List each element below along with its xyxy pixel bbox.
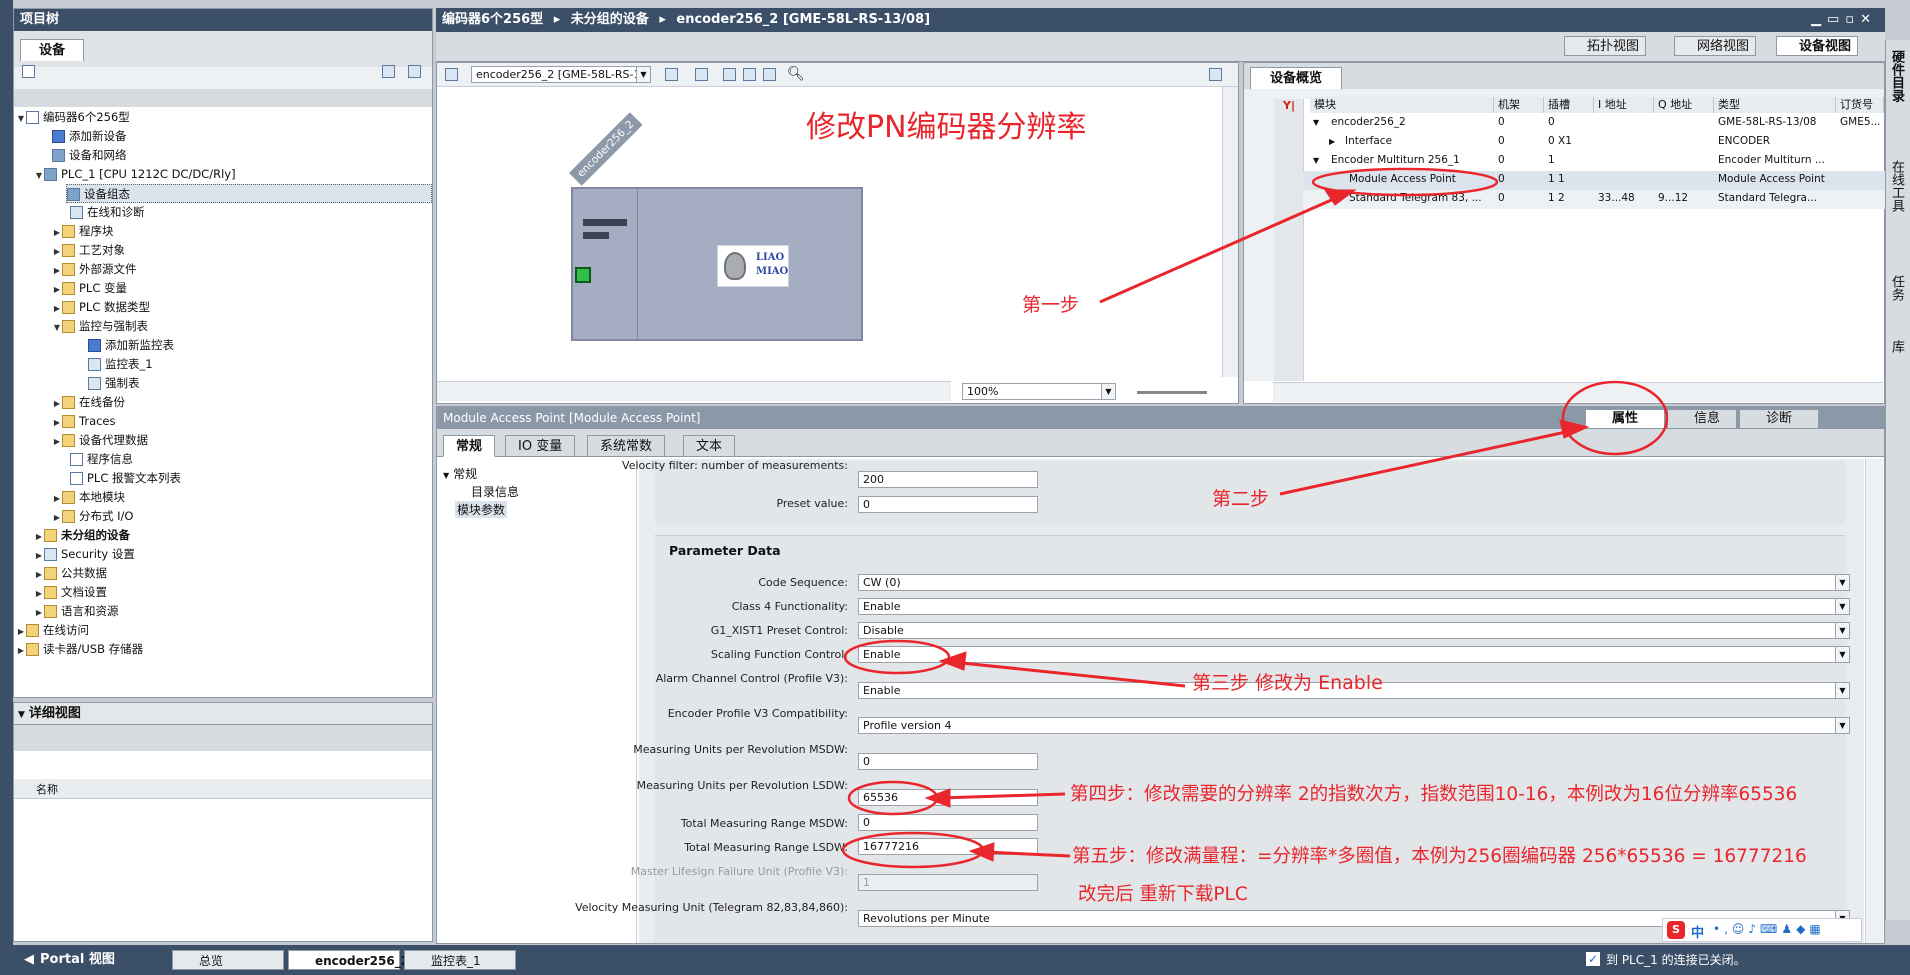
portal-view-button[interactable]: ◀ Portal 视图 <box>24 949 115 971</box>
status-message: 到 PLC_1 的连接已关闭。 <box>1606 953 1746 967</box>
arrow-step1 <box>1099 192 1346 304</box>
taskbar-encoder[interactable]: encoder256_2 <box>288 950 409 970</box>
taskbar-overview[interactable]: 总览 <box>172 950 284 970</box>
arrow-step2 <box>1279 428 1576 496</box>
arrow-step5 <box>984 850 1071 858</box>
back-arrow-icon: ◀ <box>24 952 34 967</box>
taskbar-watch-table[interactable]: 监控表_1 <box>404 950 516 970</box>
status-check-icon: ✓ <box>1586 952 1600 966</box>
arrow-step4 <box>939 792 1066 800</box>
arrowhead-step3 <box>938 651 967 671</box>
annotation-marks <box>841 167 1669 869</box>
ime-logo-icon: S <box>1667 921 1685 939</box>
ime-tools-icons[interactable]: •,☺♪⌨♟◆▦ <box>1713 922 1825 936</box>
highlight-mur-lsdw <box>847 780 939 816</box>
left-strip <box>0 0 13 945</box>
ime-lang[interactable]: 中 <box>1691 922 1704 941</box>
ime-toolbar[interactable]: S 中 •,☺♪⌨♟◆▦ <box>1662 918 1862 942</box>
arrowhead-step2 <box>1559 419 1590 439</box>
highlight-tmr-lsdw <box>841 831 985 869</box>
highlight-scaling <box>843 639 951 675</box>
arrowhead-step4 <box>924 788 951 808</box>
highlight-properties-tab <box>1561 380 1669 456</box>
arrowhead-step1 <box>1324 189 1357 206</box>
arrow-step3 <box>951 660 1186 688</box>
